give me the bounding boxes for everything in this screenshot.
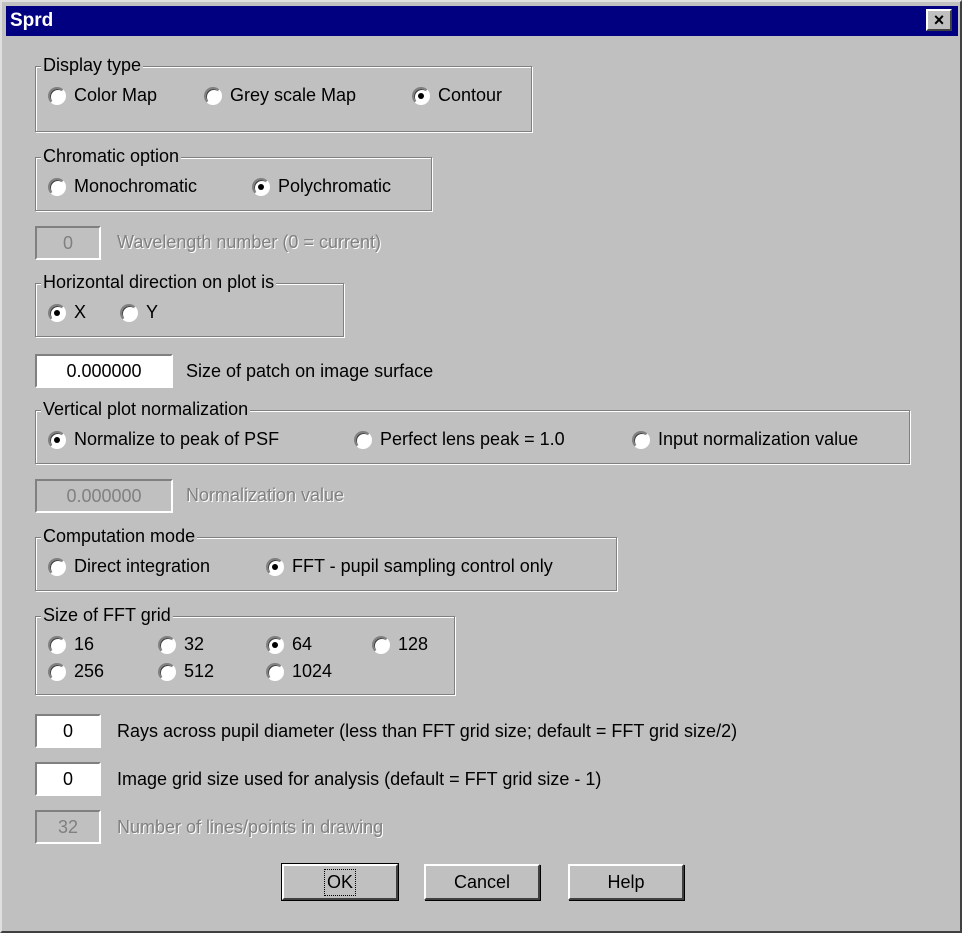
radio-label: Input normalization value <box>658 429 859 449</box>
radio-fft-512[interactable]: 512 <box>158 661 214 682</box>
radio-fft-16[interactable]: 16 <box>48 634 94 655</box>
radio-normalize-peak-psf[interactable]: Normalize to peak of PSF <box>48 429 279 450</box>
wavelength-input: 0 <box>35 226 101 260</box>
radio-label: FFT - pupil sampling control only <box>292 556 553 576</box>
cancel-button-label: Cancel <box>453 871 511 892</box>
radio-fft-256[interactable]: 256 <box>48 661 104 682</box>
window-title: Sprd <box>10 10 54 31</box>
radio-label: Grey scale Map <box>230 85 357 105</box>
radio-fft-1024[interactable]: 1024 <box>266 661 332 682</box>
vertical-normalization-legend: Vertical plot normalization <box>41 399 251 420</box>
radio-indicator <box>354 430 372 449</box>
radio-label: Polychromatic <box>278 176 392 196</box>
radio-direct-integration[interactable]: Direct integration <box>48 556 210 577</box>
radio-label: 512 <box>184 661 215 681</box>
radio-indicator-selected <box>48 430 66 449</box>
normalization-value-input: 0.000000 <box>35 479 173 513</box>
radio-indicator <box>48 635 66 654</box>
normalization-value-label: Normalization value <box>186 485 345 505</box>
radio-indicator <box>632 430 650 449</box>
computation-mode-legend: Computation mode <box>41 526 198 547</box>
rays-across-pupil-input[interactable]: 0 <box>35 714 101 748</box>
sprd-dialog: Sprd × <box>0 0 962 933</box>
radio-label: X <box>74 302 87 322</box>
radio-x[interactable]: X <box>48 302 86 323</box>
radio-contour[interactable]: Contour <box>412 85 502 106</box>
radio-indicator <box>372 635 390 654</box>
cancel-button[interactable]: Cancel <box>424 864 540 900</box>
ok-button-label: OK <box>323 868 357 896</box>
radio-label: 64 <box>292 634 313 654</box>
computation-mode-group: Computation mode Direct integration FFT … <box>35 526 617 591</box>
radio-indicator-selected <box>252 177 270 196</box>
radio-label: Monochromatic <box>74 176 198 196</box>
radio-indicator-selected <box>266 635 284 654</box>
horizontal-direction-legend: Horizontal direction on plot is <box>41 272 277 293</box>
radio-indicator <box>120 303 138 322</box>
patch-size-input[interactable]: 0.000000 <box>35 354 173 388</box>
radio-label: Y <box>146 302 159 322</box>
help-button[interactable]: Help <box>568 864 684 900</box>
radio-label: Color Map <box>74 85 158 105</box>
chromatic-option-legend: Chromatic option <box>41 146 182 167</box>
lines-points-input: 32 <box>35 810 101 844</box>
radio-indicator <box>158 662 176 681</box>
title-bar[interactable]: Sprd × <box>6 6 958 36</box>
display-type-legend: Display type <box>41 55 144 76</box>
display-type-group: Display type Color Map Grey scale Map Co… <box>35 55 532 132</box>
radio-label: 1024 <box>292 661 333 681</box>
horizontal-direction-group: Horizontal direction on plot is X Y <box>35 272 344 337</box>
radio-indicator-selected <box>48 303 66 322</box>
radio-fft-32[interactable]: 32 <box>158 634 204 655</box>
radio-monochromatic[interactable]: Monochromatic <box>48 176 197 197</box>
radio-label: 32 <box>184 634 205 654</box>
radio-indicator <box>48 86 66 105</box>
fft-grid-size-legend: Size of FFT grid <box>41 605 173 626</box>
chromatic-option-group: Chromatic option Monochromatic Polychrom… <box>35 146 432 211</box>
radio-indicator-selected <box>412 86 430 105</box>
radio-indicator <box>48 557 66 576</box>
radio-fft-64[interactable]: 64 <box>266 634 312 655</box>
radio-indicator <box>204 86 222 105</box>
patch-size-label: Size of patch on image surface <box>186 361 434 381</box>
close-button[interactable]: × <box>926 9 952 31</box>
radio-indicator <box>48 662 66 681</box>
wavelength-label: Wavelength number (0 = current) <box>117 232 381 252</box>
radio-perfect-lens-peak[interactable]: Perfect lens peak = 1.0 <box>354 429 565 450</box>
radio-indicator-selected <box>266 557 284 576</box>
ok-button[interactable]: OK <box>281 863 399 901</box>
rays-across-pupil-label: Rays across pupil diameter (less than FF… <box>117 721 738 741</box>
radio-label: 128 <box>398 634 429 654</box>
image-grid-size-label: Image grid size used for analysis (defau… <box>117 769 602 789</box>
radio-input-normalization[interactable]: Input normalization value <box>632 429 858 450</box>
radio-label: Contour <box>438 85 503 105</box>
fft-grid-size-group: Size of FFT grid 16 32 64 128 256 512 10… <box>35 605 455 695</box>
radio-indicator <box>48 177 66 196</box>
radio-indicator <box>266 662 284 681</box>
radio-label: Normalize to peak of PSF <box>74 429 280 449</box>
radio-label: 16 <box>74 634 95 654</box>
radio-polychromatic[interactable]: Polychromatic <box>252 176 391 197</box>
radio-label: Direct integration <box>74 556 211 576</box>
radio-label: 256 <box>74 661 105 681</box>
radio-fft-pupil-sampling[interactable]: FFT - pupil sampling control only <box>266 556 553 577</box>
radio-label: Perfect lens peak = 1.0 <box>380 429 565 449</box>
image-grid-size-input[interactable]: 0 <box>35 762 101 796</box>
radio-color-map[interactable]: Color Map <box>48 85 157 106</box>
radio-indicator <box>158 635 176 654</box>
lines-points-label: Number of lines/points in drawing <box>117 817 384 837</box>
radio-y[interactable]: Y <box>120 302 158 323</box>
radio-fft-128[interactable]: 128 <box>372 634 428 655</box>
radio-grey-scale-map[interactable]: Grey scale Map <box>204 85 356 106</box>
help-button-label: Help <box>607 871 645 892</box>
vertical-normalization-group: Vertical plot normalization Normalize to… <box>35 399 910 464</box>
